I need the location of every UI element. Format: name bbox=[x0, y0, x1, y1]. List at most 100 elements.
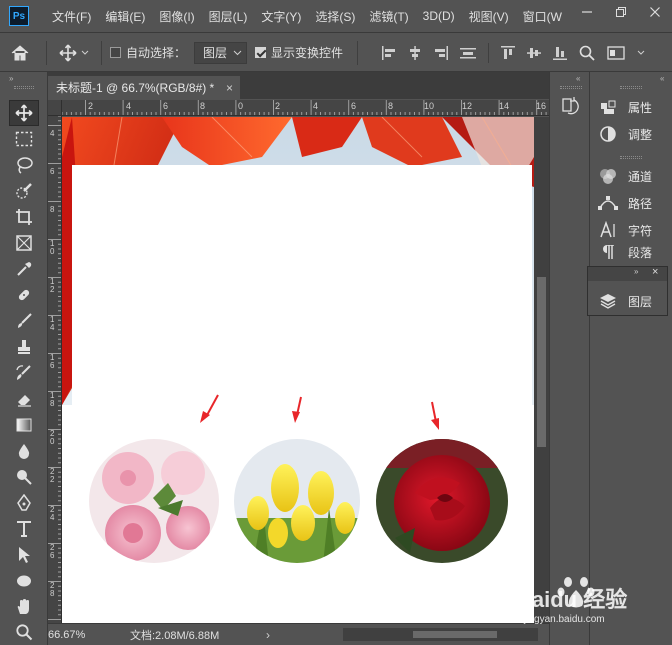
vertical-ruler[interactable]: 4 6 8 10 12 14 16 18 20 22 24 26 28 bbox=[48, 116, 62, 623]
panel-grip[interactable] bbox=[620, 156, 642, 159]
collapse-panel-icon[interactable]: » bbox=[9, 74, 14, 83]
channels-panel-button[interactable]: 通道 bbox=[598, 164, 652, 188]
floating-layers-panel: » × 图层 bbox=[587, 266, 668, 316]
red-rose-circle bbox=[376, 439, 508, 563]
scroll-thumb[interactable] bbox=[413, 631, 497, 638]
align-middle-icon[interactable] bbox=[527, 46, 542, 60]
clone-stamp-tool[interactable] bbox=[9, 334, 39, 360]
menu-image[interactable]: 图像(I) bbox=[152, 8, 201, 25]
menu-filter[interactable]: 滤镜(T) bbox=[362, 8, 415, 25]
layers-panel-button[interactable]: 图层 bbox=[598, 289, 652, 313]
layer-group-select[interactable]: 图层 bbox=[194, 41, 248, 64]
menu-window[interactable]: 窗口(W bbox=[516, 8, 569, 25]
eraser-tool[interactable] bbox=[9, 386, 39, 412]
lasso-tool[interactable] bbox=[9, 152, 39, 178]
path-selection-tool[interactable] bbox=[9, 542, 39, 568]
panel-header[interactable]: » × bbox=[588, 266, 667, 281]
align-bottom-icon[interactable] bbox=[553, 46, 568, 60]
menu-select[interactable]: 选择(S) bbox=[308, 8, 362, 25]
panel-grip[interactable] bbox=[560, 86, 582, 89]
brush-tool[interactable] bbox=[9, 308, 39, 334]
drop-icon bbox=[18, 444, 30, 459]
document-tab[interactable]: 未标题-1 @ 66.7%(RGB/8#) * × bbox=[48, 76, 240, 99]
frame-tool[interactable] bbox=[9, 230, 39, 256]
ruler-origin[interactable] bbox=[48, 100, 62, 116]
crop-icon bbox=[16, 209, 32, 225]
history-panel-button[interactable] bbox=[560, 96, 580, 116]
quick-select-tool[interactable] bbox=[9, 178, 39, 204]
hand-tool[interactable] bbox=[9, 594, 39, 620]
ruler-label: 12 bbox=[462, 101, 473, 111]
zoom-level[interactable]: 66.67% bbox=[48, 629, 108, 641]
pink-flowers-circle bbox=[89, 439, 219, 563]
move-tool-preset[interactable] bbox=[53, 43, 95, 62]
history-brush-tool[interactable] bbox=[9, 360, 39, 386]
align-center-icon[interactable] bbox=[408, 45, 422, 60]
close-panel-icon[interactable]: × bbox=[652, 266, 658, 278]
auto-select-checkbox[interactable]: 自动选择： bbox=[110, 44, 186, 61]
close-tab-icon[interactable]: × bbox=[226, 81, 233, 95]
healing-brush-tool[interactable] bbox=[9, 282, 39, 308]
vertical-scrollbar[interactable] bbox=[534, 117, 549, 623]
status-menu-arrow[interactable]: › bbox=[266, 628, 270, 642]
frame-icon bbox=[16, 235, 32, 251]
paths-panel-button[interactable]: 路径 bbox=[598, 191, 652, 215]
checkbox-box[interactable] bbox=[110, 47, 121, 58]
align-top-icon[interactable] bbox=[501, 45, 516, 60]
checkbox-box-checked[interactable] bbox=[255, 47, 267, 58]
blur-tool[interactable] bbox=[9, 438, 39, 464]
maximize-button[interactable] bbox=[604, 0, 638, 24]
menu-type[interactable]: 文字(Y) bbox=[254, 8, 308, 25]
dodge-tool[interactable] bbox=[9, 464, 39, 490]
crop-tool[interactable] bbox=[9, 204, 39, 230]
ruler-label: 6 bbox=[351, 101, 357, 111]
document-tab-bar: 未标题-1 @ 66.7%(RGB/8#) * × bbox=[48, 72, 549, 99]
properties-panel-button[interactable]: 属性 bbox=[598, 95, 652, 119]
horizontal-scrollbar[interactable] bbox=[343, 628, 538, 641]
move-tool[interactable] bbox=[9, 100, 39, 126]
show-transform-controls-checkbox[interactable]: 显示变换控件 bbox=[255, 44, 343, 61]
search-icon[interactable] bbox=[579, 45, 595, 61]
gradient-tool[interactable] bbox=[9, 412, 39, 438]
eraser-icon bbox=[18, 395, 31, 407]
collapse-panel-icon[interactable]: « bbox=[576, 74, 581, 83]
document-canvas[interactable] bbox=[62, 117, 534, 623]
panel-grip[interactable] bbox=[620, 86, 642, 89]
options-bar: 自动选择： 图层 显示变换控件 bbox=[0, 34, 672, 72]
menu-3d[interactable]: 3D(D) bbox=[416, 9, 462, 23]
home-button[interactable] bbox=[0, 38, 40, 68]
distribute-icon[interactable] bbox=[460, 46, 477, 60]
zoom-tool[interactable] bbox=[9, 619, 39, 645]
horizontal-ruler[interactable]: 2 4 6 8 0 2 4 6 8 10 12 14 16 bbox=[62, 100, 549, 116]
marquee-tool[interactable] bbox=[9, 126, 39, 152]
ruler-label: 22 bbox=[50, 467, 55, 484]
pen-tool[interactable] bbox=[9, 490, 39, 516]
menu-view[interactable]: 视图(V) bbox=[462, 8, 516, 25]
collapse-panel-icon[interactable]: « bbox=[660, 74, 665, 83]
layers-icon bbox=[600, 294, 616, 309]
paragraph-panel-button[interactable]: 段落 bbox=[598, 245, 652, 259]
stamp-icon bbox=[18, 340, 30, 354]
menu-layer[interactable]: 图层(L) bbox=[202, 8, 255, 25]
menu-file[interactable]: 文件(F) bbox=[45, 8, 98, 25]
shape-tool[interactable] bbox=[9, 568, 39, 594]
adjustments-panel-button[interactable]: 调整 bbox=[598, 122, 652, 146]
scroll-thumb[interactable] bbox=[537, 277, 546, 447]
align-left-icon[interactable] bbox=[382, 45, 396, 60]
eyedropper-tool[interactable] bbox=[9, 256, 39, 282]
chevron-down-icon bbox=[81, 50, 89, 55]
workspace-icon[interactable] bbox=[607, 45, 625, 60]
collapsed-panel-strip: « bbox=[549, 72, 589, 645]
menu-edit[interactable]: 编辑(E) bbox=[98, 8, 152, 25]
panel-grip[interactable] bbox=[14, 86, 34, 89]
layers-label: 图层 bbox=[628, 294, 653, 309]
character-panel-button[interactable]: 字符 bbox=[598, 218, 652, 242]
align-right-icon[interactable] bbox=[434, 45, 449, 60]
minimize-button[interactable] bbox=[570, 0, 604, 24]
chevron-down-icon[interactable] bbox=[637, 50, 645, 56]
type-tool[interactable] bbox=[9, 516, 39, 542]
document-size-info[interactable]: 文档:2.08M/6.88M bbox=[130, 627, 219, 643]
dodge-icon bbox=[17, 470, 32, 485]
close-window-button[interactable] bbox=[638, 0, 672, 24]
expand-panel-icon[interactable]: » bbox=[634, 267, 638, 276]
